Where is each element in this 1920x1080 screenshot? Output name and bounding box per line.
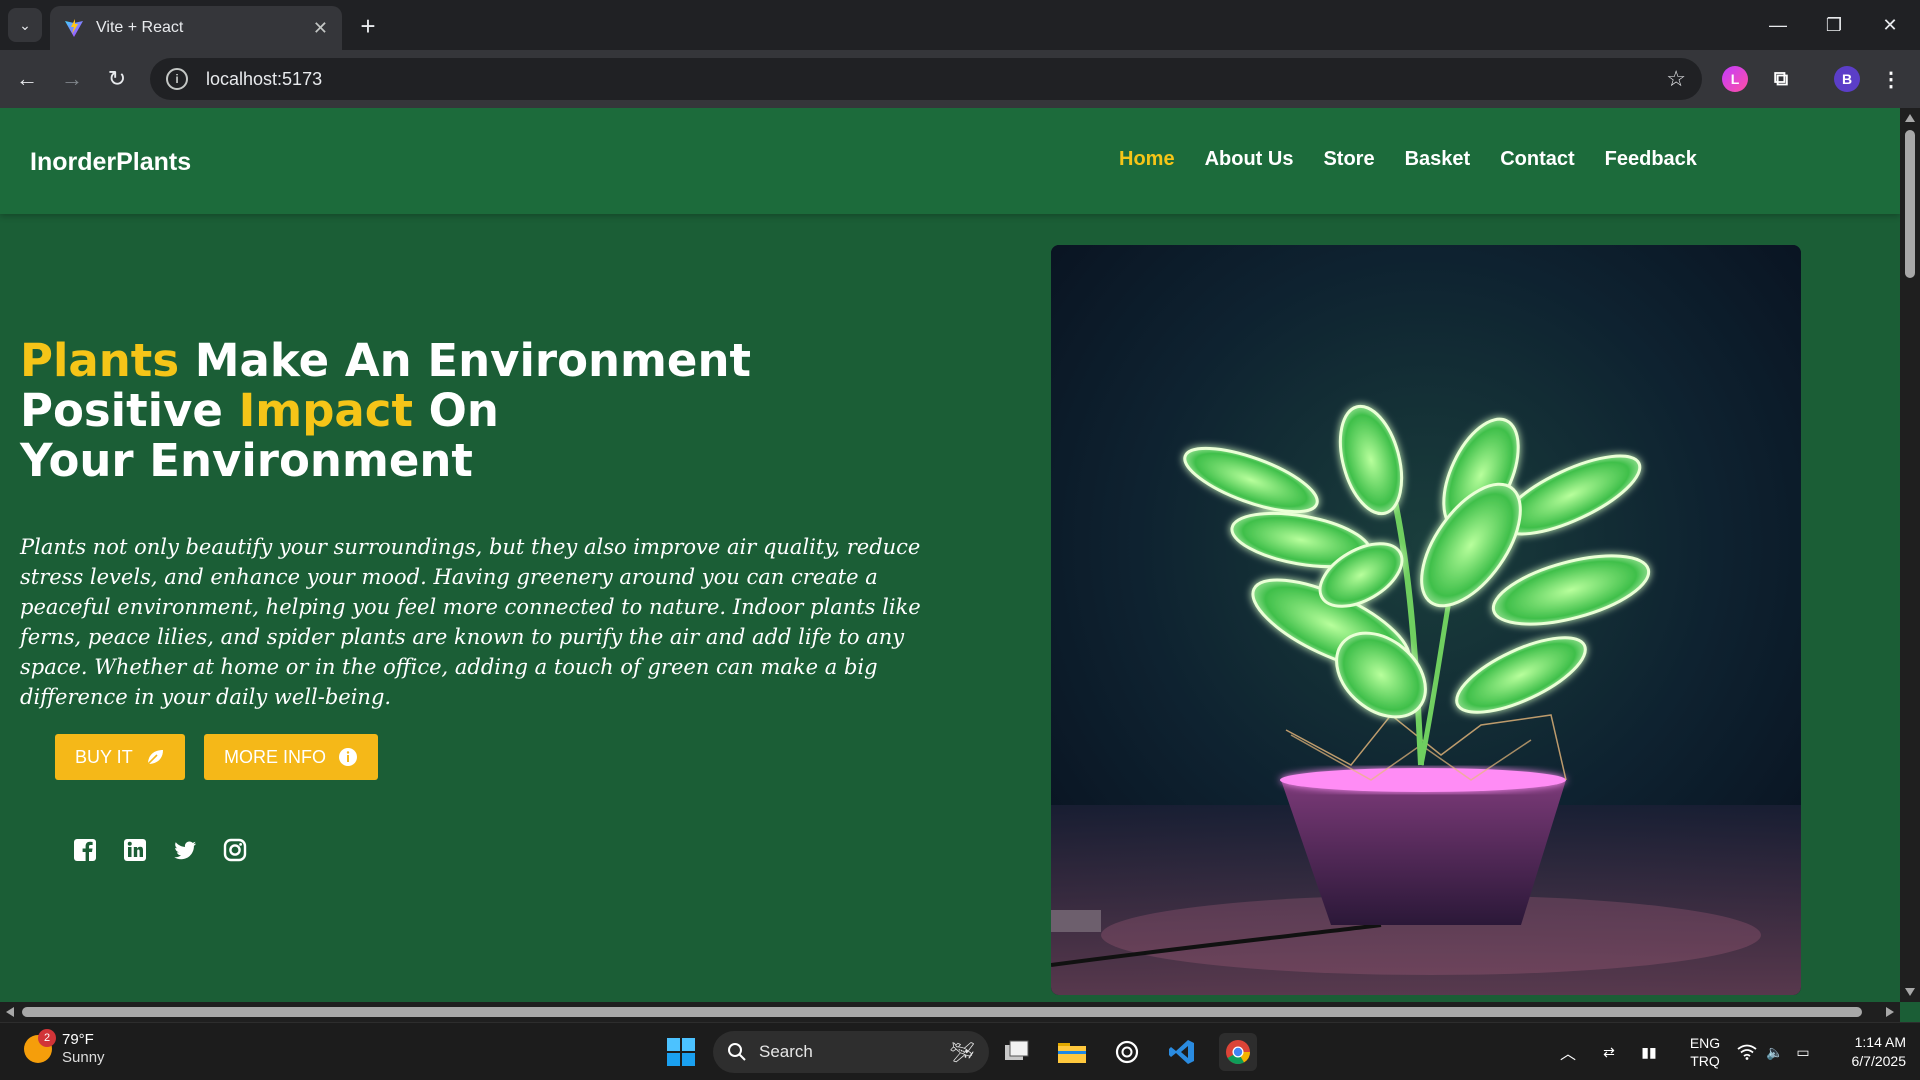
scroll-left-icon[interactable] — [6, 1007, 14, 1017]
volume-icon[interactable]: 🔈 — [1762, 1023, 1788, 1080]
vertical-scrollbar[interactable] — [1900, 108, 1920, 1002]
horizontal-scroll-thumb[interactable] — [22, 1007, 1862, 1017]
address-bar[interactable]: i localhost:5173 ☆ — [150, 58, 1702, 100]
bookmark-star-icon[interactable]: ☆ — [1666, 66, 1686, 92]
web-page: InorderPlants Home About Us Store Basket… — [0, 108, 1900, 1002]
scroll-down-icon[interactable] — [1905, 988, 1915, 996]
scroll-up-icon[interactable] — [1905, 114, 1915, 122]
forward-button[interactable]: → — [55, 62, 89, 96]
tab-title: Vite + React — [96, 19, 184, 36]
search-icon — [728, 1043, 746, 1061]
main-nav: Home About Us Store Basket Contact Feedb… — [1119, 148, 1697, 171]
windows-taskbar: 2 79°F Sunny Search 🛩 ︿ ⇄ ▮▮ ENG TRQ 🔈 ▭… — [0, 1022, 1920, 1080]
nav-contact[interactable]: Contact — [1500, 148, 1574, 171]
wifi-icon[interactable] — [1734, 1023, 1760, 1080]
more-info-label: MORE INFO — [224, 746, 326, 767]
twitter-icon[interactable] — [171, 836, 199, 864]
hero-title-line2-end: On — [412, 384, 499, 437]
signal-icon[interactable]: ▮▮ — [1636, 1023, 1662, 1080]
browser-tabstrip: ⌄ Vite + React ✕ + — ❐ ✕ — [0, 0, 1920, 50]
buy-it-button[interactable]: BUY IT — [55, 734, 185, 780]
hero-description: Plants not only beautify your surroundin… — [20, 535, 921, 709]
clock[interactable]: 1:14 AM 6/7/2025 — [1826, 1023, 1907, 1080]
taskbar-search[interactable]: Search 🛩 — [713, 1031, 989, 1073]
nav-home[interactable]: Home — [1119, 148, 1175, 171]
chatgpt-icon[interactable] — [1108, 1033, 1146, 1071]
vscode-icon[interactable] — [1163, 1033, 1201, 1071]
search-highlight-icon: 🛩 — [949, 1041, 975, 1064]
network-toggle-icon[interactable]: ⇄ — [1596, 1023, 1622, 1080]
tab-search-button[interactable]: ⌄ — [8, 8, 42, 42]
linkedin-icon[interactable] — [121, 836, 149, 864]
facebook-icon[interactable] — [71, 836, 99, 864]
extension-icon[interactable]: L — [1722, 66, 1748, 92]
hero-title-line1: Make An Environment — [179, 334, 751, 387]
browser-tab[interactable]: Vite + React ✕ — [50, 6, 342, 50]
start-button[interactable] — [662, 1033, 700, 1071]
language-indicator[interactable]: ENG TRQ — [1680, 1023, 1730, 1080]
weather-desc: Sunny — [62, 1049, 105, 1066]
info-circle-icon — [338, 747, 358, 767]
windows-logo-icon — [667, 1038, 695, 1066]
weather-temp: 79°F — [62, 1031, 94, 1048]
nav-about-us[interactable]: About Us — [1205, 148, 1294, 171]
url-text: localhost:5173 — [206, 68, 323, 89]
clock-time: 1:14 AM — [1854, 1034, 1906, 1050]
horizontal-scrollbar[interactable] — [0, 1002, 1900, 1022]
kebab-menu-icon[interactable]: ⋮ — [1878, 66, 1904, 92]
hero-title: Plants Make An Environment Positive Impa… — [20, 336, 751, 486]
sun-icon: 2 — [24, 1029, 56, 1063]
show-hidden-icons[interactable]: ︿ — [1556, 1023, 1580, 1080]
chevron-down-icon: ⌄ — [19, 16, 31, 33]
new-tab-button[interactable]: + — [352, 10, 384, 42]
extensions-puzzle-icon[interactable]: ⧉ — [1768, 66, 1794, 92]
hero-title-line2: Positive — [20, 384, 239, 437]
notification-badge: 2 — [38, 1029, 56, 1047]
reload-button[interactable]: ↻ — [100, 62, 134, 96]
task-view-icon[interactable] — [998, 1033, 1036, 1071]
browser-toolbar: ← → ↻ i localhost:5173 ☆ L ⧉ B ⋮ — [0, 50, 1920, 108]
language-secondary: TRQ — [1690, 1053, 1720, 1069]
back-button[interactable]: ← — [10, 62, 44, 96]
language-primary: ENG — [1689, 1035, 1721, 1051]
restore-button[interactable]: ❐ — [1806, 0, 1862, 50]
hero-plant-image — [1051, 245, 1801, 995]
scroll-right-icon[interactable] — [1886, 1007, 1894, 1017]
hero-title-line3: Your Environment — [20, 434, 473, 487]
vite-logo-icon — [65, 19, 83, 37]
hero-highlight-plants: Plants — [20, 334, 180, 387]
chrome-icon[interactable] — [1219, 1033, 1257, 1071]
search-label: Search — [759, 1042, 813, 1061]
close-window-button[interactable]: ✕ — [1862, 0, 1918, 50]
buy-it-label: BUY IT — [75, 746, 133, 767]
hero-highlight-impact: Impact — [238, 384, 413, 437]
instagram-icon[interactable] — [221, 836, 249, 864]
nav-store[interactable]: Store — [1323, 148, 1374, 171]
nav-feedback[interactable]: Feedback — [1605, 148, 1697, 171]
leaf-icon — [145, 747, 165, 767]
close-tab-icon[interactable]: ✕ — [313, 18, 328, 39]
weather-widget[interactable]: 2 79°F Sunny — [24, 1029, 105, 1067]
site-header: InorderPlants Home About Us Store Basket… — [0, 108, 1900, 214]
vertical-scroll-thumb[interactable] — [1905, 130, 1915, 278]
profile-avatar[interactable]: B — [1834, 66, 1860, 92]
site-logo[interactable]: InorderPlants — [30, 148, 191, 177]
minimize-button[interactable]: — — [1750, 0, 1806, 50]
file-explorer-icon[interactable] — [1053, 1033, 1091, 1071]
site-info-icon[interactable]: i — [166, 68, 188, 90]
nav-basket[interactable]: Basket — [1405, 148, 1471, 171]
more-info-button[interactable]: MORE INFO — [204, 734, 378, 780]
clock-date: 6/7/2025 — [1851, 1053, 1907, 1069]
battery-icon[interactable]: ▭ — [1790, 1023, 1816, 1080]
